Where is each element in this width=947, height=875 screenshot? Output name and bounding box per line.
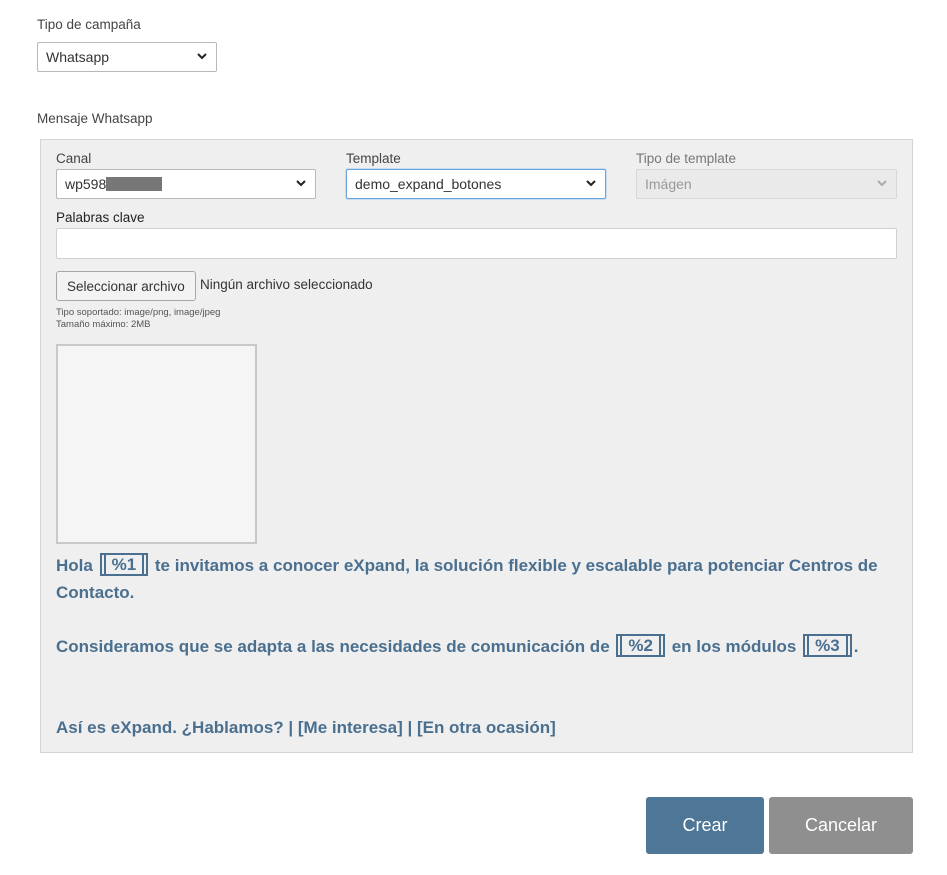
file-max-size: Tamaño máximo: 2MB [56, 319, 151, 330]
canal-label: Canal [56, 151, 92, 166]
chevron-down-icon [296, 180, 306, 187]
message-text: te invitamos a conocer eXpand, la soluci… [154, 556, 878, 575]
chevron-down-icon [877, 180, 887, 187]
variable-1: %1 [99, 553, 149, 576]
variable-3: %3 [803, 634, 852, 657]
message-paragraph-3: Así es eXpand. ¿Hablamos? | [Me interesa… [56, 718, 556, 737]
template-type-value: Imágen [645, 176, 692, 192]
message-paragraph-2: Consideramos que se adapta a las necesid… [56, 633, 896, 660]
cancel-button[interactable]: Cancelar [769, 797, 913, 854]
section-title: Mensaje Whatsapp [37, 111, 153, 126]
message-text: . [853, 637, 859, 656]
message-text: Hola [56, 556, 93, 575]
chevron-down-icon [586, 180, 596, 187]
template-type-label: Tipo de template [636, 151, 737, 166]
create-button[interactable]: Crear [646, 797, 764, 854]
message-text: Consideramos que se adapta a las necesid… [56, 637, 610, 656]
variable-label: %2 [620, 636, 661, 655]
variable-2: %2 [616, 634, 665, 657]
redacted-block [106, 177, 163, 191]
image-preview [56, 344, 257, 544]
message-text: en los módulos [671, 637, 797, 656]
message-text: Contacto. [56, 583, 135, 602]
template-label: Template [346, 151, 401, 166]
canal-value: wp598 [65, 176, 107, 192]
campaign-type-select[interactable]: Whatsapp [37, 42, 217, 72]
keywords-label: Palabras clave [56, 210, 145, 225]
keywords-input[interactable] [56, 228, 897, 259]
file-supported-types: Tipo soportado: image/png, image/jpeg [56, 307, 221, 318]
variable-label: %3 [807, 636, 848, 655]
template-select[interactable]: demo_expand_botones [346, 169, 606, 199]
chevron-down-icon [197, 53, 207, 60]
select-file-button[interactable]: Seleccionar archivo [56, 271, 196, 301]
campaign-type-label: Tipo de campaña [37, 17, 141, 32]
variable-label: %1 [103, 555, 145, 574]
file-status: Ningún archivo seleccionado [200, 277, 373, 292]
template-type-select: Imágen [636, 169, 897, 199]
template-value: demo_expand_botones [355, 176, 502, 192]
message-paragraph-1: Hola %1 te invitamos a conocer eXpand, l… [56, 552, 896, 606]
campaign-type-value: Whatsapp [46, 49, 110, 65]
whatsapp-message-panel: Canal wp598 Template demo_expand_botones… [40, 139, 913, 753]
canal-select[interactable]: wp598 [56, 169, 316, 199]
